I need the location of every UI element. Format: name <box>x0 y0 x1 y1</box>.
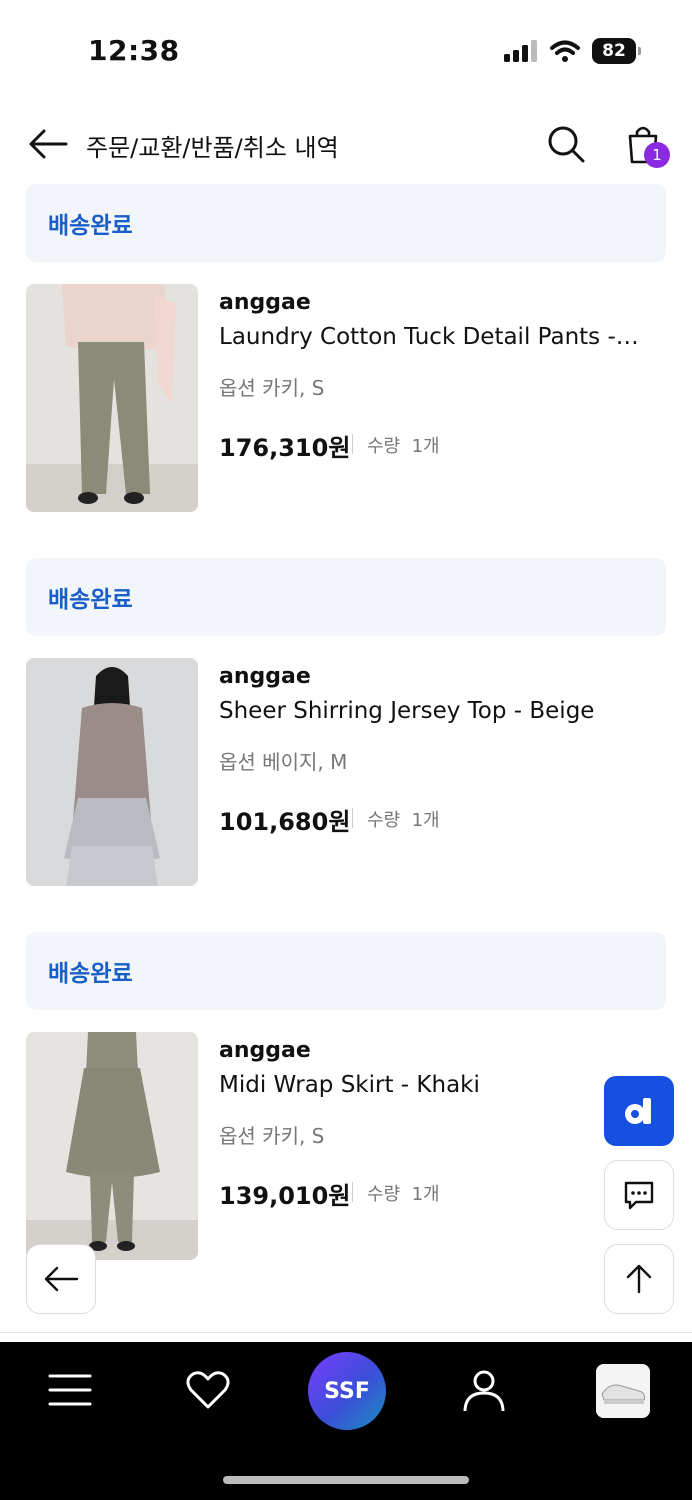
delivery-status-label: 배송완료 <box>48 213 133 239</box>
product-quantity: 수량 1개 <box>367 432 440 458</box>
option-label: 옵션 <box>219 1124 256 1148</box>
quantity-value: 1개 <box>411 1184 440 1205</box>
d-logo-icon <box>625 1098 651 1124</box>
divider <box>352 1182 353 1202</box>
delivery-status-banner: 배송완료 <box>26 184 666 262</box>
back-button[interactable] <box>26 1244 96 1314</box>
product-brand: anggae <box>219 290 311 315</box>
product-brand: anggae <box>219 1038 311 1063</box>
page-header: 주문/교환/반품/취소 내역 1 <box>0 110 692 180</box>
arrow-up-icon <box>626 1264 652 1294</box>
status-time: 12:38 <box>88 34 180 67</box>
delivery-status-label: 배송완료 <box>48 961 133 987</box>
option-label: 옵션 <box>219 376 256 400</box>
quantity-label: 수량 <box>367 810 401 831</box>
quantity-label: 수량 <box>367 436 401 457</box>
quantity-value: 1개 <box>411 810 440 831</box>
wifi-icon <box>550 40 580 62</box>
menu-button[interactable] <box>30 1360 110 1420</box>
chat-icon <box>624 1181 654 1210</box>
user-icon <box>463 1370 505 1411</box>
divider <box>352 808 353 828</box>
recent-item-thumbnail[interactable] <box>596 1364 650 1418</box>
product-name[interactable]: Laundry Cotton Tuck Detail Pants -… <box>219 324 639 350</box>
search-icon[interactable] <box>546 124 586 164</box>
cart-count-badge: 1 <box>644 142 670 168</box>
menu-icon <box>48 1374 92 1406</box>
product-image[interactable] <box>26 284 198 512</box>
page-title: 주문/교환/반품/취소 내역 <box>86 134 339 162</box>
signal-icon <box>504 40 537 62</box>
divider <box>352 434 353 454</box>
delivery-status-label: 배송완료 <box>48 587 133 613</box>
product-price: 139,010원 <box>219 1182 351 1210</box>
back-arrow-icon[interactable] <box>26 126 70 162</box>
option-value: 베이지, M <box>262 750 348 774</box>
delivery-status-banner: 배송완료 <box>26 558 666 636</box>
status-bar: 12:38 82 <box>0 0 692 100</box>
chat-button[interactable] <box>604 1160 674 1230</box>
product-image[interactable] <box>26 1032 198 1260</box>
quantity-label: 수량 <box>367 1184 401 1205</box>
product-name[interactable]: Sheer Shirring Jersey Top - Beige <box>219 698 639 724</box>
product-brand: anggae <box>219 664 311 689</box>
ssf-home-button[interactable]: SSF <box>308 1352 386 1430</box>
option-value: 카키, S <box>262 376 325 400</box>
scroll-to-top-button[interactable] <box>604 1244 674 1314</box>
battery-indicator: 82 <box>592 38 641 64</box>
option-label: 옵션 <box>219 750 256 774</box>
product-image[interactable] <box>26 658 198 886</box>
delivery-status-banner: 배송완료 <box>26 932 666 1010</box>
home-indicator <box>223 1476 469 1484</box>
heart-icon <box>186 1371 230 1409</box>
product-price: 176,310원 <box>219 434 351 462</box>
product-price: 101,680원 <box>219 808 351 836</box>
arrow-left-icon <box>44 1266 79 1292</box>
divider <box>0 1332 692 1333</box>
product-quantity: 수량 1개 <box>367 806 440 832</box>
d-app-button[interactable] <box>604 1076 674 1146</box>
quantity-value: 1개 <box>411 436 440 457</box>
status-icons: 82 <box>504 38 641 64</box>
product-option: 옵션 베이지, M <box>219 746 347 775</box>
product-option: 옵션 카키, S <box>219 372 324 401</box>
product-option: 옵션 카키, S <box>219 1120 324 1149</box>
wishlist-button[interactable] <box>168 1360 248 1420</box>
option-value: 카키, S <box>262 1124 325 1148</box>
product-name[interactable]: Midi Wrap Skirt - Khaki <box>219 1072 639 1098</box>
sneaker-image <box>596 1364 650 1418</box>
product-quantity: 수량 1개 <box>367 1180 440 1206</box>
my-page-button[interactable] <box>444 1360 524 1420</box>
